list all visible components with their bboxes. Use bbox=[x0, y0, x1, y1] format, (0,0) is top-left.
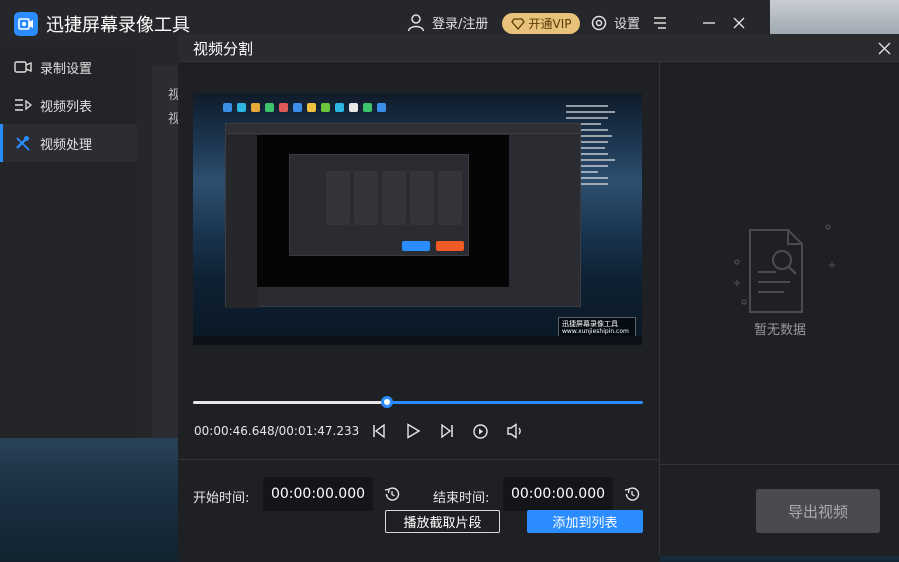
start-time-input[interactable]: 00:00:00.000 bbox=[263, 477, 373, 511]
minimize-icon bbox=[703, 22, 715, 24]
history-icon bbox=[384, 487, 400, 501]
gear-icon bbox=[591, 15, 607, 30]
progress-thumb[interactable] bbox=[380, 396, 393, 408]
settings-label: 设置 bbox=[614, 17, 641, 32]
menu-icon bbox=[654, 17, 666, 29]
video-split-dialog: 视频分割 迅捷屏幕录像工具 www.xunjieshipin.com 00:00… bbox=[178, 34, 899, 556]
close-icon bbox=[733, 17, 745, 29]
start-time-reset-button[interactable] bbox=[382, 484, 402, 504]
sidebar-item-label: 录制设置 bbox=[40, 61, 93, 77]
end-time-label: 结束时间: bbox=[433, 491, 490, 506]
camera-icon bbox=[14, 61, 32, 73]
divider bbox=[660, 464, 899, 465]
skip-back-icon bbox=[373, 423, 385, 439]
play-button[interactable] bbox=[402, 420, 424, 442]
dialog-header: 视频分割 bbox=[178, 34, 899, 62]
user-icon bbox=[407, 14, 425, 32]
menu-button[interactable] bbox=[651, 14, 669, 32]
login-button[interactable]: 登录/注册 bbox=[406, 12, 488, 32]
sidebar-item-label: 视频处理 bbox=[40, 137, 93, 153]
minimize-button[interactable] bbox=[700, 14, 718, 32]
settings-button[interactable]: 设置 bbox=[590, 13, 640, 32]
close-icon bbox=[878, 42, 890, 54]
diamond-icon bbox=[510, 17, 525, 30]
vip-button[interactable]: 开通VIP bbox=[502, 13, 580, 34]
history-icon bbox=[624, 487, 640, 501]
watermark-title: 迅捷屏幕录像工具 bbox=[562, 320, 618, 328]
empty-state-illustration bbox=[710, 202, 850, 332]
login-label: 登录/注册 bbox=[432, 16, 489, 32]
progress-fill bbox=[193, 401, 387, 404]
video-preview[interactable]: 迅捷屏幕录像工具 www.xunjieshipin.com bbox=[193, 93, 642, 345]
replay-icon bbox=[472, 423, 488, 439]
end-time-input[interactable]: 00:00:00.000 bbox=[503, 477, 613, 511]
app-logo-icon bbox=[14, 12, 38, 36]
volume-button[interactable] bbox=[504, 420, 526, 442]
document-search-icon bbox=[734, 224, 835, 313]
export-video-button[interactable]: 导出视频 bbox=[756, 489, 880, 533]
skip-forward-icon bbox=[441, 423, 453, 439]
sidebar-item-record-settings[interactable]: 录制设置 bbox=[0, 48, 137, 86]
dialog-close-button[interactable] bbox=[875, 39, 893, 57]
sidebar-item-label: 视频列表 bbox=[40, 99, 93, 115]
preview-inner-dialog bbox=[289, 154, 469, 256]
end-time-reset-button[interactable] bbox=[622, 484, 642, 504]
preview-watermark: 迅捷屏幕录像工具 www.xunjieshipin.com bbox=[558, 317, 636, 337]
preview-taskbar bbox=[193, 336, 642, 345]
start-time-label: 开始时间: bbox=[193, 491, 250, 506]
close-app-button[interactable] bbox=[730, 14, 748, 32]
dialog-title: 视频分割 bbox=[193, 40, 254, 58]
vip-label: 开通VIP bbox=[528, 17, 572, 31]
next-button[interactable] bbox=[436, 420, 458, 442]
sidebar-item-video-list[interactable]: 视频列表 bbox=[0, 86, 137, 124]
divider bbox=[178, 459, 659, 460]
list-icon bbox=[15, 99, 32, 111]
editor-area: 迅捷屏幕录像工具 www.xunjieshipin.com 00:00:46.6… bbox=[178, 62, 659, 556]
add-to-list-button[interactable]: 添加到列表 bbox=[527, 510, 643, 533]
clip-list-panel: 暂无数据 导出视频 bbox=[659, 62, 899, 556]
progress-track[interactable] bbox=[193, 396, 643, 408]
sidebar: 录制设置 视频列表 视频处理 bbox=[0, 48, 137, 438]
previous-button[interactable] bbox=[368, 420, 390, 442]
preview-desktop-icons bbox=[223, 103, 386, 112]
watermark-url: www.xunjieshipin.com bbox=[562, 328, 629, 335]
sidebar-item-video-processing[interactable]: 视频处理 bbox=[0, 124, 137, 162]
desktop-background bbox=[0, 438, 180, 562]
tools-icon bbox=[16, 136, 30, 151]
play-icon bbox=[407, 423, 421, 439]
app-title: 迅捷屏幕录像工具 bbox=[46, 15, 190, 36]
play-clip-button[interactable]: 播放截取片段 bbox=[385, 510, 500, 533]
replay-button[interactable] bbox=[469, 420, 491, 442]
empty-state-text: 暂无数据 bbox=[753, 323, 806, 338]
time-readout: 00:00:46.648/00:01:47.233 bbox=[194, 424, 360, 438]
volume-icon bbox=[507, 423, 521, 439]
